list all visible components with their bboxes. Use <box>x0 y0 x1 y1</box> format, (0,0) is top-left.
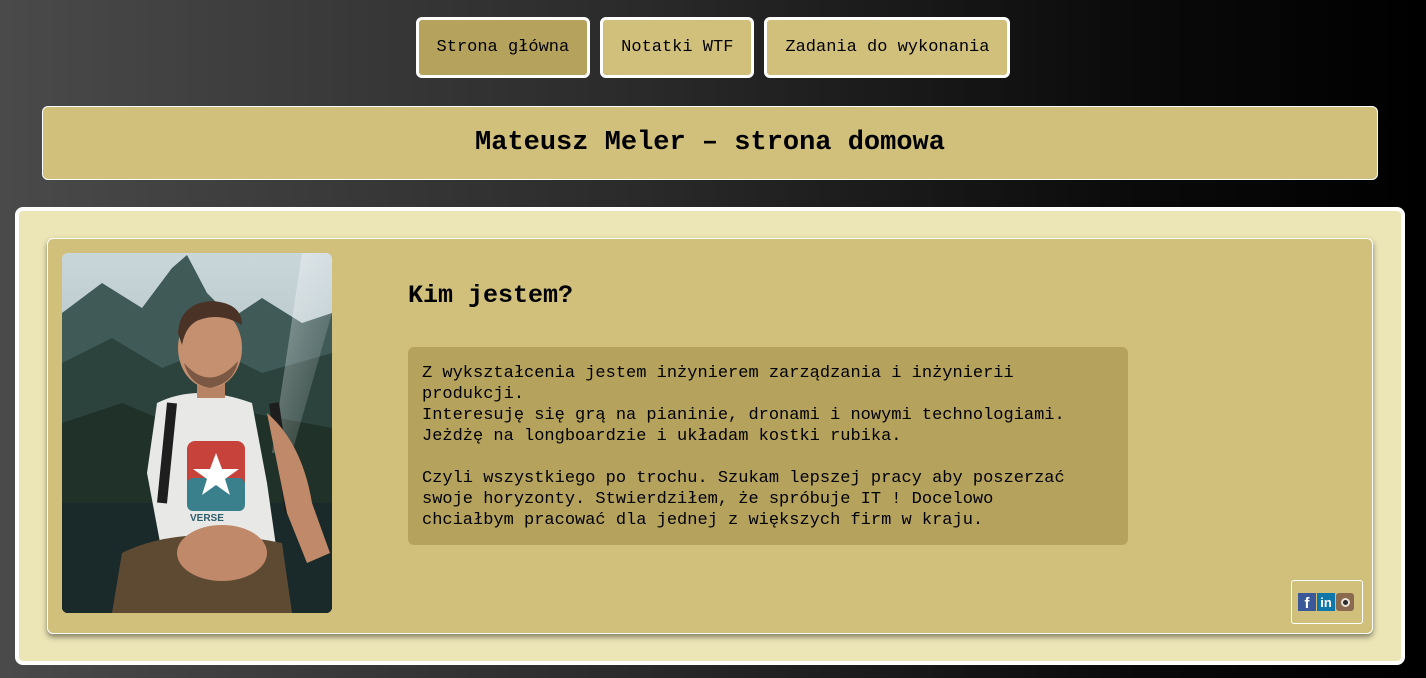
profile-photo-illustration: VERSE <box>62 253 332 613</box>
nav-tasks-button[interactable]: Zadania do wykonania <box>764 17 1011 78</box>
page-title: Mateusz Meler – strona domowa <box>475 128 945 158</box>
page-header: Mateusz Meler – strona domowa <box>42 106 1378 180</box>
instagram-icon[interactable] <box>1336 593 1354 611</box>
linkedin-icon[interactable]: in <box>1317 593 1335 611</box>
nav-home-button[interactable]: Strona główna <box>415 17 591 78</box>
linkedin-label: in <box>1320 594 1332 610</box>
content-panel: VERSE Kim jestem? Z wykształcenia jestem… <box>15 207 1405 665</box>
about-paragraph-1: Z wykształcenia jestem inżynierem zarząd… <box>422 364 1065 446</box>
facebook-icon[interactable]: f <box>1298 593 1316 612</box>
main-nav: Strona główna Notatki WTF Zadania do wyk… <box>0 17 1426 78</box>
social-links: f in <box>1291 580 1363 624</box>
about-card: VERSE Kim jestem? Z wykształcenia jestem… <box>47 238 1373 634</box>
shirt-text: VERSE <box>190 513 224 524</box>
about-paragraph-2: Czyli wszystkiego po trochu. Szukam leps… <box>422 469 1065 530</box>
instagram-lens <box>1340 597 1350 607</box>
facebook-label: f <box>1304 595 1310 612</box>
about-heading: Kim jestem? <box>408 281 574 310</box>
about-text-box: Z wykształcenia jestem inżynierem zarząd… <box>408 347 1128 545</box>
nav-notes-button[interactable]: Notatki WTF <box>600 17 755 78</box>
profile-photo: VERSE <box>62 253 332 613</box>
